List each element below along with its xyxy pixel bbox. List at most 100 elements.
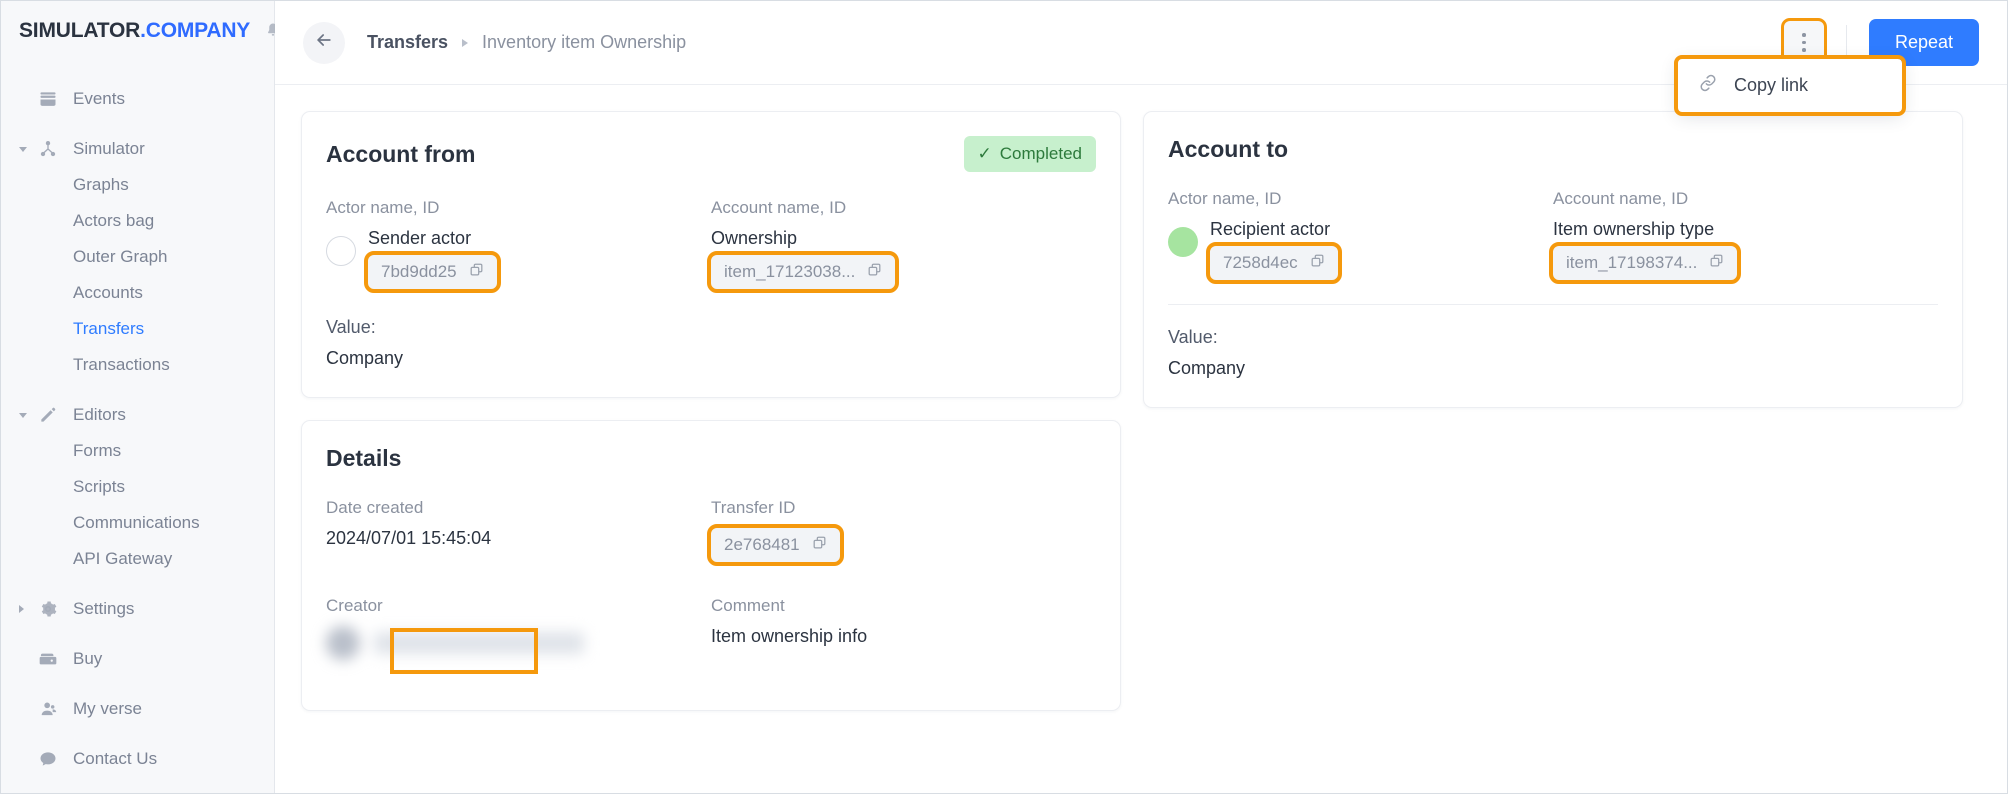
- events-icon: [37, 88, 59, 110]
- sidebar-item-api-gateway[interactable]: API Gateway: [1, 541, 274, 577]
- user-icon: [37, 698, 59, 720]
- chevron-down-icon[interactable]: [19, 146, 27, 152]
- brand-logo[interactable]: SIMULATOR.COMPANY: [1, 1, 279, 61]
- comment-value: Item ownership info: [711, 626, 868, 646]
- sidebar-item-forms[interactable]: Forms: [1, 433, 274, 469]
- account-from-fields: Actor name, ID Sender actor 7bd9dd25 Acc…: [326, 198, 1096, 293]
- sidebar-item-label: Scripts: [73, 477, 125, 496]
- sidebar-item-label: Buy: [73, 649, 103, 668]
- sidebar-item-label: Transfers: [73, 319, 145, 338]
- field-label: Date created: [326, 498, 424, 517]
- context-menu: Copy link: [1674, 55, 1906, 116]
- sidebar-item-buy[interactable]: Buy: [1, 641, 274, 677]
- kebab-dot: [1802, 40, 1806, 45]
- field-label: Comment: [711, 596, 785, 615]
- actor-field: Actor name, ID Sender actor 7bd9dd25: [326, 198, 711, 293]
- creator-redacted: [326, 626, 711, 660]
- copy-icon[interactable]: [812, 535, 827, 555]
- account-id-chip[interactable]: item_17123038...: [706, 251, 900, 293]
- card-header: Account from ✓ Completed: [326, 136, 1096, 172]
- sidebar-item-my-verse[interactable]: My verse: [1, 691, 274, 727]
- transfer-id-field: Transfer ID 2e768481: [707, 498, 1096, 566]
- date-created-field: Date created 2024/07/01 15:45:04: [326, 498, 711, 562]
- sidebar-item-label: API Gateway: [73, 549, 173, 568]
- brand-text: SIMULATOR.COMPANY: [19, 19, 250, 43]
- field-label: Actor name, ID: [326, 198, 440, 217]
- right-column: Account to Actor name, ID Recipient acto…: [1143, 111, 1963, 408]
- account-to-card: Account to Actor name, ID Recipient acto…: [1143, 111, 1963, 408]
- actor-name: Recipient actor: [1210, 219, 1331, 239]
- account-name: Ownership: [711, 228, 798, 248]
- sidebar-item-events[interactable]: Events: [1, 81, 274, 117]
- sidebar-item-editors[interactable]: Editors: [1, 397, 274, 433]
- sidebar: SIMULATOR.COMPANY Events Simulator Graph…: [1, 1, 279, 793]
- transfer-id-chip[interactable]: 2e768481: [707, 524, 844, 566]
- sidebar-item-transfers[interactable]: Transfers: [1, 311, 274, 347]
- sidebar-item-label: Actors bag: [73, 211, 155, 230]
- account-id-chip[interactable]: item_17198374...: [1548, 242, 1742, 284]
- creator-value: [326, 626, 711, 682]
- actor-row: Recipient actor 7258d4ec: [1168, 219, 1553, 284]
- sidebar-item-contact-us[interactable]: Contact Us: [1, 741, 274, 777]
- copy-icon[interactable]: [1310, 253, 1325, 273]
- toolbar-divider: [1845, 24, 1847, 61]
- copy-icon[interactable]: [1709, 253, 1724, 273]
- sidebar-item-simulator[interactable]: Simulator: [1, 131, 274, 167]
- sidebar-item-actors-bag[interactable]: Actors bag: [1, 203, 274, 239]
- sidebar-item-label: Simulator: [73, 139, 145, 158]
- account-id-text: item_17123038...: [724, 262, 856, 281]
- actor-id-chip[interactable]: 7258d4ec: [1206, 242, 1342, 284]
- menu-item-label: Copy link: [1734, 75, 1809, 95]
- more-vertical-icon[interactable]: [1780, 17, 1827, 68]
- breadcrumb: Transfers Inventory item Ownership: [367, 32, 686, 53]
- field-label: Account name, ID: [711, 198, 847, 217]
- sidebar-item-label: Contact Us: [73, 749, 158, 768]
- breadcrumb-parent[interactable]: Transfers: [367, 32, 448, 53]
- arrow-left-icon: [314, 30, 334, 55]
- sidebar-item-communications[interactable]: Communications: [1, 505, 274, 541]
- date-created-value: 2024/07/01 15:45:04: [326, 528, 492, 548]
- chat-icon: [37, 748, 59, 770]
- actor-info: Recipient actor 7258d4ec: [1206, 219, 1342, 284]
- avatar: [326, 236, 356, 266]
- sidebar-item-label: Events: [73, 89, 125, 108]
- sidebar-item-label: Accounts: [73, 283, 143, 302]
- kebab-dot: [1802, 33, 1806, 37]
- simulator-icon: [37, 138, 59, 160]
- sidebar-nav: Events Simulator Graphs Actors bag Outer…: [1, 81, 274, 777]
- sidebar-item-label: Communications: [73, 513, 200, 532]
- back-button[interactable]: [303, 21, 345, 64]
- menu-item-copy-link[interactable]: Copy link: [1678, 59, 1902, 112]
- sidebar-item-transactions[interactable]: Transactions: [1, 347, 274, 383]
- copy-icon[interactable]: [867, 262, 882, 282]
- account-id-text: item_17198374...: [1566, 253, 1698, 272]
- actor-info: Sender actor 7bd9dd25: [364, 228, 501, 293]
- sidebar-item-label: Transactions: [73, 355, 170, 374]
- status-badge: ✓ Completed: [963, 136, 1096, 172]
- sidebar-item-label: Outer Graph: [73, 247, 168, 266]
- sidebar-item-label: Graphs: [73, 175, 129, 194]
- sidebar-item-graphs[interactable]: Graphs: [1, 167, 274, 203]
- actor-id-chip[interactable]: 7bd9dd25: [364, 251, 501, 293]
- creator-field: Creator: [326, 596, 711, 682]
- account-field: Account name, ID Ownership item_17123038…: [706, 198, 1096, 293]
- nav-gap: [1, 677, 274, 691]
- avatar: [326, 626, 360, 660]
- main-area: Transfers Inventory item Ownership Repea…: [275, 1, 2007, 793]
- sidebar-item-label: Editors: [73, 405, 126, 424]
- value-label: Value:: [326, 317, 376, 337]
- sidebar-item-scripts[interactable]: Scripts: [1, 469, 274, 505]
- actor-id-text: 7bd9dd25: [381, 262, 457, 281]
- sidebar-item-settings[interactable]: Settings: [1, 591, 274, 627]
- chevron-right-icon[interactable]: [19, 605, 24, 613]
- app-root: SIMULATOR.COMPANY Events Simulator Graph…: [0, 0, 2008, 794]
- check-icon: ✓: [977, 144, 992, 163]
- nav-gap: [1, 577, 274, 591]
- copy-icon[interactable]: [469, 262, 484, 282]
- sidebar-item-accounts[interactable]: Accounts: [1, 275, 274, 311]
- card-divider: [1168, 304, 1938, 305]
- chevron-down-icon[interactable]: [19, 412, 27, 418]
- sidebar-item-outer-graph[interactable]: Outer Graph: [1, 239, 274, 275]
- pencil-icon: [37, 404, 59, 426]
